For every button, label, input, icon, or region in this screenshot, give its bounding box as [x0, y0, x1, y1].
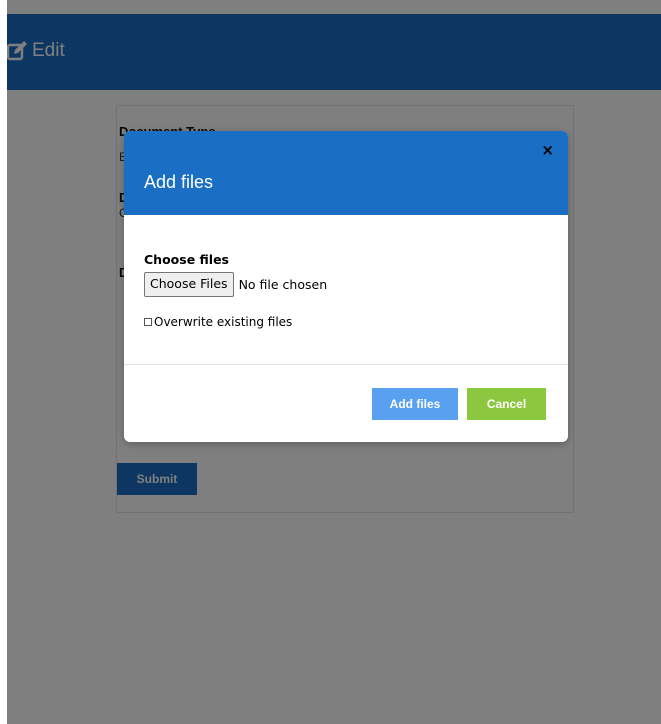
- overwrite-label: Overwrite existing files: [154, 315, 293, 329]
- left-edge: [0, 0, 7, 724]
- modal-title: Add files: [144, 172, 214, 192]
- cancel-button[interactable]: Cancel: [467, 388, 546, 420]
- no-file-text: No file chosen: [238, 277, 328, 292]
- add-files-button[interactable]: Add files: [372, 388, 458, 420]
- choose-files-button[interactable]: Choose Files: [144, 272, 234, 297]
- overwrite-option[interactable]: Overwrite existing files: [144, 315, 292, 329]
- modal-divider: [124, 364, 568, 365]
- close-icon[interactable]: ×: [541, 143, 554, 158]
- overwrite-checkbox[interactable]: [144, 318, 152, 326]
- add-files-modal: × Add files Choose files Choose Files No…: [124, 131, 568, 442]
- file-input[interactable]: Choose Files No file chosen: [144, 272, 327, 297]
- choose-files-label: Choose files: [144, 252, 229, 267]
- modal-header: × Add files: [124, 131, 568, 215]
